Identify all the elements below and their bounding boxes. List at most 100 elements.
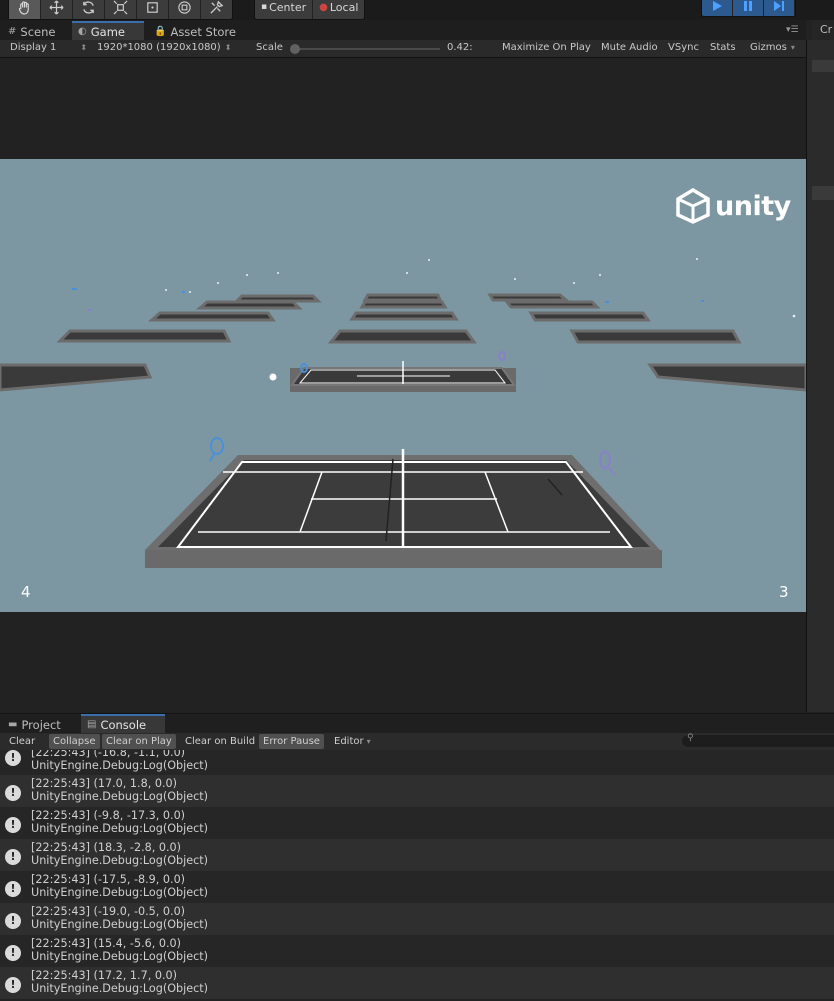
tab-scene[interactable]: # Scene [2,23,61,40]
dropdown-icon: ▾ [790,43,795,52]
display-dropdown[interactable]: Display 1 ⬍ [10,42,87,53]
search-icon: ⚲ [687,733,694,743]
log-entry[interactable]: ! [22:25:43] (17.0, 1.8, 0.0) UnityEngine.… [0,775,834,807]
inspector-panel-edge [806,40,834,712]
dropdown-icon: ⬍ [80,43,88,52]
main-toolbar: ▪ Center ● Local [0,0,834,20]
tab-game[interactable]: ◐ Game [72,21,144,40]
log-entry[interactable]: ! [22:25:43] (-9.8, -17.3, 0.0) UnityEngin… [0,807,834,839]
hand-tool-button[interactable] [9,0,41,19]
console-log-list[interactable]: ! [22:25:43] (-16.8, -1.1, 0.0) UnityEngin… [0,750,834,1001]
custom-tool-icon [210,0,224,14]
gizmos-dropdown[interactable]: Gizmos ▾ [750,42,795,53]
log-message: [22:25:43] (15.4, -5.6, 0.0) [31,937,182,950]
score-left: 4 [21,583,31,601]
warning-icon: ! [5,977,21,993]
console-search-input[interactable]: ⚲ [682,733,834,747]
play-button[interactable] [702,0,733,16]
collapse-toggle[interactable]: Collapse [49,734,100,749]
editor-tabbar: # Scene ◐ Game 🔒 Asset Store ▾☰ [0,20,806,41]
hand-icon [18,0,29,15]
clear-button[interactable]: Clear [5,734,39,749]
rotate-icon [83,0,94,14]
globe-icon: ● [319,1,328,13]
log-stacktrace: UnityEngine.Debug:Log(Object) [31,918,209,931]
console-icon: ▤ [87,719,97,730]
log-message: [22:25:43] (-17.5, -8.9, 0.0) [31,873,186,886]
pivot-icon: ▪ [261,2,268,12]
step-button[interactable] [764,0,795,16]
folder-icon: ▬ [8,719,18,730]
transform-tools [8,0,233,20]
pause-button[interactable] [733,0,764,16]
pivot-toggles: ▪ Center ● Local [254,0,366,20]
log-message: [22:25:43] (18.3, -2.8, 0.0) [31,841,182,854]
move-tool-button[interactable] [41,0,73,19]
log-stacktrace: UnityEngine.Debug:Log(Object) [31,982,209,995]
scene-icon: # [8,26,17,37]
warning-icon: ! [5,849,21,865]
maximize-on-play-toggle[interactable]: Maximize On Play [502,42,591,53]
tennis-scene [0,258,806,568]
log-entry[interactable]: ! [22:25:43] (15.4, -5.6, 0.0) UnityEngine… [0,935,834,967]
log-stacktrace: UnityEngine.Debug:Log(Object) [31,822,209,835]
play-controls [701,0,796,17]
mute-audio-toggle[interactable]: Mute Audio [601,42,658,53]
tab-menu-icon[interactable]: ▾☰ [786,25,799,35]
log-message: [22:25:43] (17.0, 1.8, 0.0) [31,777,177,790]
play-icon [713,0,722,11]
tab-project-label: Project [21,717,61,732]
scale-slider-track[interactable] [294,48,440,50]
scale-value: 0.42: [447,42,473,53]
right-tab-label: Cr [820,23,833,36]
log-stacktrace: UnityEngine.Debug:Log(Object) [31,759,209,772]
scale-slider-handle[interactable] [290,44,300,54]
log-stacktrace: UnityEngine.Debug:Log(Object) [31,854,209,867]
stats-toggle[interactable]: Stats [710,42,736,53]
resolution-dropdown[interactable]: 1920*1080 (1920x1080) ⬍ [97,42,231,53]
panel-scroll-element[interactable] [812,60,834,72]
log-entry[interactable]: ! [22:25:43] (-16.8, -1.1, 0.0) UnityEngin… [0,750,834,775]
score-right: 3 [779,583,789,601]
move-icon [49,0,64,14]
right-tab-truncated[interactable]: Cr [812,20,834,40]
custom-tool-button[interactable] [201,0,232,19]
rect-icon [147,1,158,13]
unity-cube-icon [676,188,710,224]
warning-icon: ! [5,785,21,801]
tab-console[interactable]: ▤ Console [81,714,165,733]
pivot-local-button[interactable]: ● Local [313,0,364,19]
pivot-label: Center [269,0,307,14]
mid-court [290,361,516,392]
pivot-center-button[interactable]: ▪ Center [255,0,314,19]
rotate-tool-button[interactable] [73,0,105,19]
store-icon: 🔒 [154,26,167,37]
log-entry[interactable]: ! [22:25:43] (18.3, -2.8, 0.0) UnityEngine… [0,839,834,871]
game-icon: ◐ [78,26,87,37]
clear-on-play-toggle[interactable]: Clear on Play [102,734,176,749]
log-message: [22:25:43] (-9.8, -17.3, 0.0) [31,809,186,822]
scale-tool-button[interactable] [105,0,137,19]
gizmos-label: Gizmos [750,42,787,53]
log-entry[interactable]: ! [22:25:43] (-19.0, -0.5, 0.0) UnityEngin… [0,903,834,935]
editor-dropdown[interactable]: Editor ▾ [330,734,375,749]
transform-tool-button[interactable] [169,0,201,19]
log-entry[interactable]: ! [22:25:43] (-17.5, -8.9, 0.0) UnityEngin… [0,871,834,903]
error-pause-toggle[interactable]: Error Pause [259,734,324,749]
game-viewport[interactable]: unity 4 3 [0,159,806,612]
log-entry[interactable]: ! [22:25:43] (17.2, 1.7, 0.0) UnityEngine.… [0,967,834,999]
tab-project[interactable]: ▬ Project [2,716,67,733]
clear-on-build-toggle[interactable]: Clear on Build [181,734,259,749]
scale-label: Scale [256,42,283,53]
panel-scroll-element[interactable] [812,186,834,200]
tennis-ball [269,373,277,381]
pause-icon [744,0,752,11]
log-message: [22:25:43] (-16.8, -1.1, 0.0) [31,750,186,759]
tab-asset-store[interactable]: 🔒 Asset Store [148,23,242,40]
warning-icon: ! [5,817,21,833]
warning-icon: ! [5,945,21,961]
vsync-toggle[interactable]: VSync [668,42,699,53]
step-icon [774,0,784,11]
log-message: [22:25:43] (-19.0, -0.5, 0.0) [31,905,186,918]
rect-tool-button[interactable] [137,0,169,19]
